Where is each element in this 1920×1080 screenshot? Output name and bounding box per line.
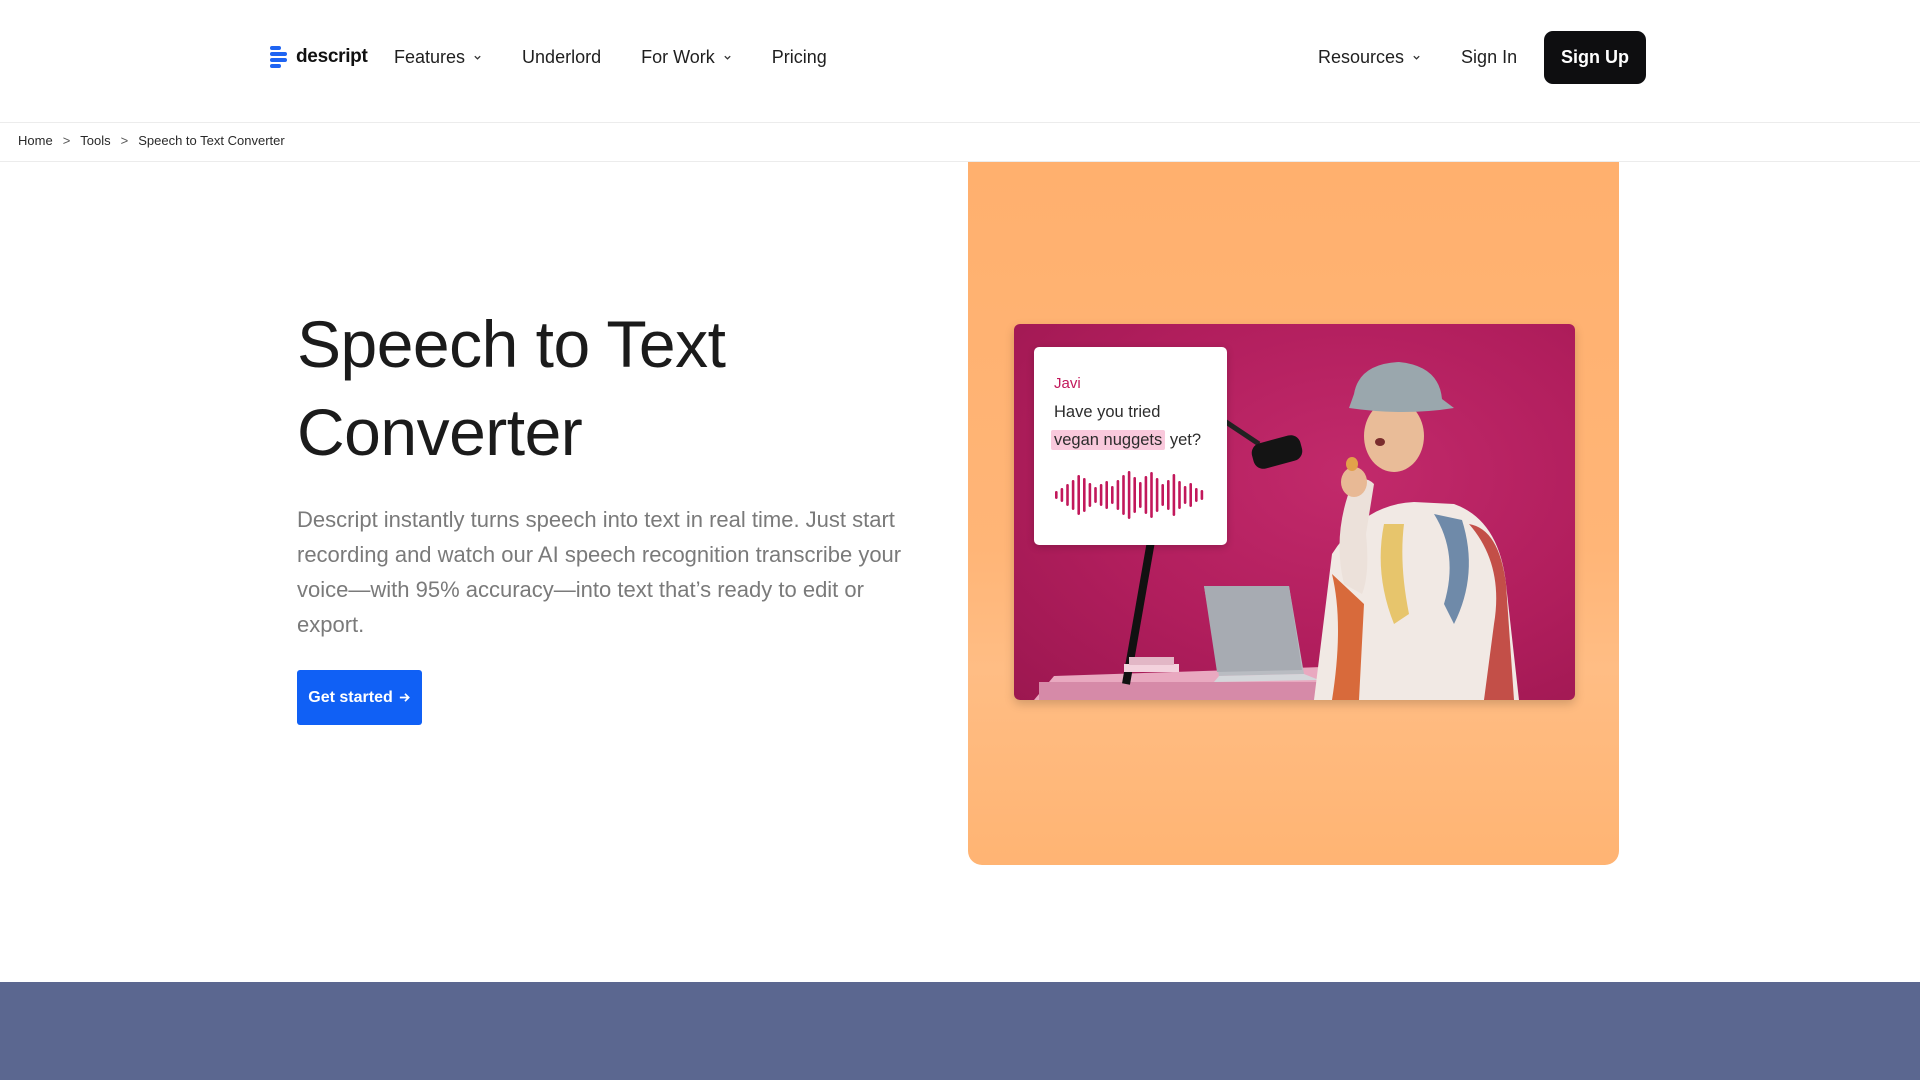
waveform-bar xyxy=(1127,471,1131,519)
audio-waveform-icon xyxy=(1055,471,1204,519)
breadcrumb-separator: > xyxy=(62,133,71,148)
waveform-bar xyxy=(1083,478,1086,512)
descript-logo-icon xyxy=(270,44,290,70)
nav-features-label: Features xyxy=(394,46,466,67)
waveform-bar xyxy=(1055,491,1058,499)
waveform-bar xyxy=(1172,474,1176,516)
sign-in-label: Sign In xyxy=(1461,46,1518,67)
waveform-bar xyxy=(1139,482,1142,508)
waveform-bar xyxy=(1155,478,1159,512)
waveform-bar xyxy=(1195,488,1198,502)
nav-resources[interactable]: Resources xyxy=(1318,44,1421,70)
sign-up-button[interactable]: Sign Up xyxy=(1544,31,1646,84)
next-section-band xyxy=(0,982,1920,1080)
nav-pricing-label: Pricing xyxy=(771,46,827,67)
site-header: descript Features Underlord For Work Pri… xyxy=(0,0,1920,123)
arrow-right-icon xyxy=(399,693,410,702)
nav-for-work-label: For Work xyxy=(641,46,715,67)
hero-description: Descript instantly turns speech into tex… xyxy=(297,507,902,637)
sign-in-link[interactable]: Sign In xyxy=(1461,44,1517,70)
page-title-line1: Speech to Text xyxy=(297,307,726,381)
nav-underlord[interactable]: Underlord xyxy=(522,44,601,70)
primary-nav: Features Underlord For Work Pricing xyxy=(394,44,827,70)
waveform-bar xyxy=(1094,487,1097,503)
waveform-bar xyxy=(1144,476,1148,514)
waveform-bar xyxy=(1116,480,1120,510)
descript-logo[interactable]: descript xyxy=(270,44,368,70)
page-title: Speech to Text Converter xyxy=(297,300,917,476)
nav-underlord-label: Underlord xyxy=(522,46,602,67)
get-started-button[interactable]: Get started xyxy=(297,670,422,725)
breadcrumb: Home > Tools > Speech to Text Converter xyxy=(18,133,285,148)
breadcrumb-divider xyxy=(0,161,1920,162)
waveform-bar xyxy=(1099,484,1103,506)
breadcrumb-current: Speech to Text Converter xyxy=(138,133,285,148)
waveform-bar xyxy=(1105,481,1108,509)
secondary-nav: Resources Sign In xyxy=(1318,44,1517,70)
waveform-bar xyxy=(1133,477,1136,513)
waveform-bar xyxy=(1200,490,1204,500)
caption-text-after-highlight: yet? xyxy=(1165,431,1202,449)
caption-text-line1: Have you tried xyxy=(1054,403,1161,421)
transcript-caption-card: Javi Have you tried vegan nuggets yet? xyxy=(1034,347,1227,545)
nav-resources-label: Resources xyxy=(1318,46,1405,67)
waveform-bar xyxy=(1088,483,1092,507)
waveform-bar xyxy=(1111,486,1114,504)
waveform-bar xyxy=(1066,484,1069,506)
waveform-bar xyxy=(1183,486,1187,504)
waveform-bar xyxy=(1122,475,1125,515)
waveform-bar xyxy=(1077,475,1080,515)
breadcrumb-tools[interactable]: Tools xyxy=(80,133,110,148)
waveform-bar xyxy=(1189,483,1192,507)
caption-text-line2: vegan nuggets yet? xyxy=(1051,430,1202,450)
logo-wordmark: descript xyxy=(296,46,368,67)
page-title-line2: Converter xyxy=(297,395,583,469)
nav-for-work[interactable]: For Work xyxy=(641,44,732,70)
waveform-bar xyxy=(1161,484,1164,506)
chevron-down-icon xyxy=(1413,55,1420,60)
waveform-bar xyxy=(1167,480,1170,510)
nav-pricing[interactable]: Pricing xyxy=(772,44,827,70)
chevron-down-icon xyxy=(474,55,481,60)
get-started-label: Get started xyxy=(308,688,393,706)
chevron-down-icon xyxy=(724,55,731,60)
breadcrumb-separator: > xyxy=(120,133,129,148)
breadcrumb-home[interactable]: Home xyxy=(18,133,53,148)
waveform-bar xyxy=(1178,481,1181,509)
waveform-bar xyxy=(1060,488,1064,502)
waveform-bar xyxy=(1071,480,1075,510)
speaker-name: Javi xyxy=(1054,375,1081,392)
nav-features[interactable]: Features xyxy=(394,44,482,70)
waveform-bar xyxy=(1150,472,1153,518)
caption-highlight: vegan nuggets xyxy=(1051,430,1166,450)
